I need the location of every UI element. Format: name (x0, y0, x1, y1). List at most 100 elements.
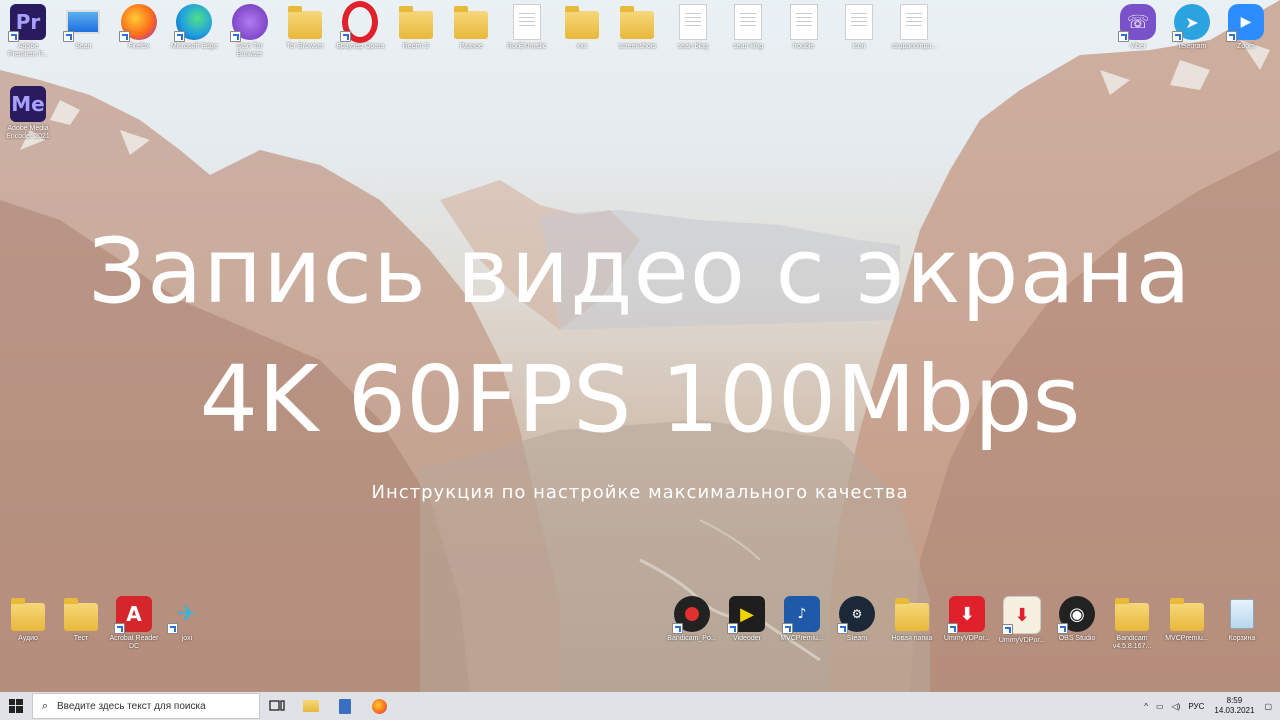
desktop-icon-label: xxx (576, 43, 588, 50)
shortcut-arrow-icon (167, 623, 178, 634)
shortcut-arrow-icon (1226, 31, 1237, 42)
desktop-icon-label: OBS Studio (1058, 635, 1096, 642)
desktop-icon[interactable]: sean king (723, 4, 773, 51)
desktop-icon-label: Viber (1129, 43, 1147, 50)
desktop-icon[interactable]: Разное (446, 4, 496, 51)
notifications-icon[interactable]: ▢ (1260, 702, 1280, 711)
desktop-icon[interactable]: Microsoft Edge (169, 4, 219, 51)
desktop-icon[interactable]: ▶ Zoom (1221, 4, 1271, 51)
calculator-icon (339, 698, 351, 714)
desktop-icon[interactable]: icon (834, 4, 884, 51)
shortcut-arrow-icon (672, 623, 683, 634)
shortcut-arrow-icon (118, 31, 130, 42)
desktop-icon[interactable]: ⬇ UmmyVDPor... (997, 596, 1047, 645)
start-button[interactable] (0, 692, 32, 720)
desktop-icon[interactable]: Корзина (1217, 596, 1267, 643)
shortcut-arrow-icon (340, 31, 352, 42)
desktop-icon-label: Тест (73, 635, 89, 642)
search-icon: ⌕ (41, 699, 49, 712)
desktop-icon-media-encoder[interactable]: Me Adobe Media Encoder 2021 (3, 86, 53, 141)
desktop-icon[interactable]: ◉ OBS Studio (1052, 596, 1102, 643)
desktop-icon-label: Zoom (1237, 43, 1255, 50)
desktop-icon-label: Start Tor Browser (236, 43, 263, 58)
desktop-icon[interactable]: ▶ Videoder (722, 596, 772, 643)
steam-icon: ⚙ (837, 596, 875, 634)
desktop-icon[interactable]: Аудио (3, 596, 53, 643)
mvc-icon: ♪ (782, 596, 820, 634)
desktop-icon[interactable]: ssupanoinpu... (889, 4, 939, 51)
desktop-icon[interactable]: RorEXmedic (502, 4, 552, 51)
document-icon (896, 4, 932, 40)
taskbar-clock[interactable]: 8:59 14.03.2021 (1208, 696, 1260, 716)
network-icon[interactable]: ▭ (1152, 702, 1168, 711)
desktop-icon[interactable]: MVCPremiu... (1162, 596, 1212, 643)
bandicam-icon (672, 596, 710, 634)
desktop-icon[interactable]: sean blog (668, 4, 718, 51)
obs-icon: ◉ (1057, 596, 1095, 634)
clock-time: 8:59 (1226, 696, 1243, 705)
task-view-icon (269, 700, 285, 711)
desktop-icon[interactable]: Tor Browser (280, 4, 330, 51)
desktop-icon[interactable]: ⬇ UmmyVDPor... (942, 596, 992, 643)
desktop-icon[interactable]: Firefox (114, 4, 164, 51)
edge-icon (174, 4, 213, 42)
desktop-icon[interactable]: Тест (56, 596, 106, 643)
folder-icon (1114, 596, 1150, 632)
desktop-icon[interactable]: Bandicam v4.5.8.167... (1107, 596, 1157, 651)
shortcut-arrow-icon (174, 31, 186, 42)
desktop-icon[interactable]: ♪ MVCPremiu... (777, 596, 827, 643)
desktop-icon[interactable]: Новая папка (887, 596, 937, 643)
desktop-icon[interactable]: ☏ Viber (1113, 4, 1163, 51)
shortcut-arrow-icon (229, 31, 241, 42)
shortcut-arrow-icon (837, 623, 848, 634)
task-view-button[interactable] (260, 692, 294, 720)
folder-icon (1169, 596, 1205, 632)
desktop-icon[interactable]: Start Tor Browser (225, 4, 275, 59)
document-icon (730, 4, 766, 40)
taskbar-calculator-button[interactable] (328, 692, 362, 720)
shortcut-arrow-icon (727, 623, 738, 634)
desktop-icon-label: UmmyVDPor... (998, 637, 1046, 644)
computer-icon (63, 4, 101, 42)
language-indicator[interactable]: РУС (1184, 702, 1208, 711)
desktop-icon[interactable]: Pr Adobe Premiere P... (3, 4, 53, 59)
volume-icon[interactable]: ◁) (1168, 702, 1185, 711)
viber-icon: ☏ (1118, 4, 1156, 42)
search-placeholder: Введите здесь текст для поиска (57, 700, 206, 712)
desktop-icon[interactable]: A Acrobat Reader DC (109, 596, 159, 651)
desktop-icon-label: MVCPremiu... (1165, 635, 1209, 642)
desktop-icon[interactable]: ✈ joxi (162, 596, 212, 643)
desktop-icon-label: Tor Browser (286, 43, 324, 50)
shortcut-arrow-icon (63, 31, 75, 42)
desktop-icon[interactable]: ⚙ Steam (832, 596, 882, 643)
desktop-icon[interactable]: xxx (557, 4, 607, 51)
desktop-icon-label: sean blog (677, 43, 708, 50)
folder-icon (63, 596, 99, 632)
desktop-icon[interactable]: Sean (58, 4, 108, 51)
file-explorer-icon (303, 700, 319, 712)
desktop-icon-label: screenshots (618, 43, 657, 50)
desktop-icon-label: Videoder (733, 635, 761, 642)
desktop-icon-label: Adobe Premiere P... (8, 43, 48, 58)
desktop-icon-label: Разное (459, 43, 483, 50)
desktop-icon-label: Telegram (1177, 43, 1207, 50)
shortcut-arrow-icon (1057, 623, 1068, 634)
desktop-icon[interactable]: ➤ Telegram (1167, 4, 1217, 51)
desktop-icon-label: sean king (733, 43, 764, 50)
media-encoder-icon: Me (10, 86, 46, 122)
shortcut-arrow-icon (8, 31, 19, 42)
zoom-icon: ▶ (1226, 4, 1264, 42)
tray-chevron-up-icon[interactable]: ^ (1140, 702, 1152, 711)
taskbar-firefox-button[interactable] (362, 692, 396, 720)
document-icon (509, 4, 545, 40)
clock-date: 14.03.2021 (1214, 706, 1255, 715)
desktop-icon[interactable]: trouble (779, 4, 829, 51)
taskbar-explorer-button[interactable] (294, 692, 328, 720)
taskbar-search-box[interactable]: ⌕ Введите здесь текст для поиска (32, 693, 260, 719)
desktop-icon[interactable]: screenshots (612, 4, 662, 51)
folder-icon (10, 596, 46, 632)
windows-logo-icon (9, 699, 23, 713)
desktop-icon[interactable]: Браузер Opera (335, 1, 385, 51)
desktop-icon[interactable]: Bandicam_Po... (667, 596, 717, 643)
desktop-icon[interactable]: Redmi 9 (391, 4, 441, 51)
